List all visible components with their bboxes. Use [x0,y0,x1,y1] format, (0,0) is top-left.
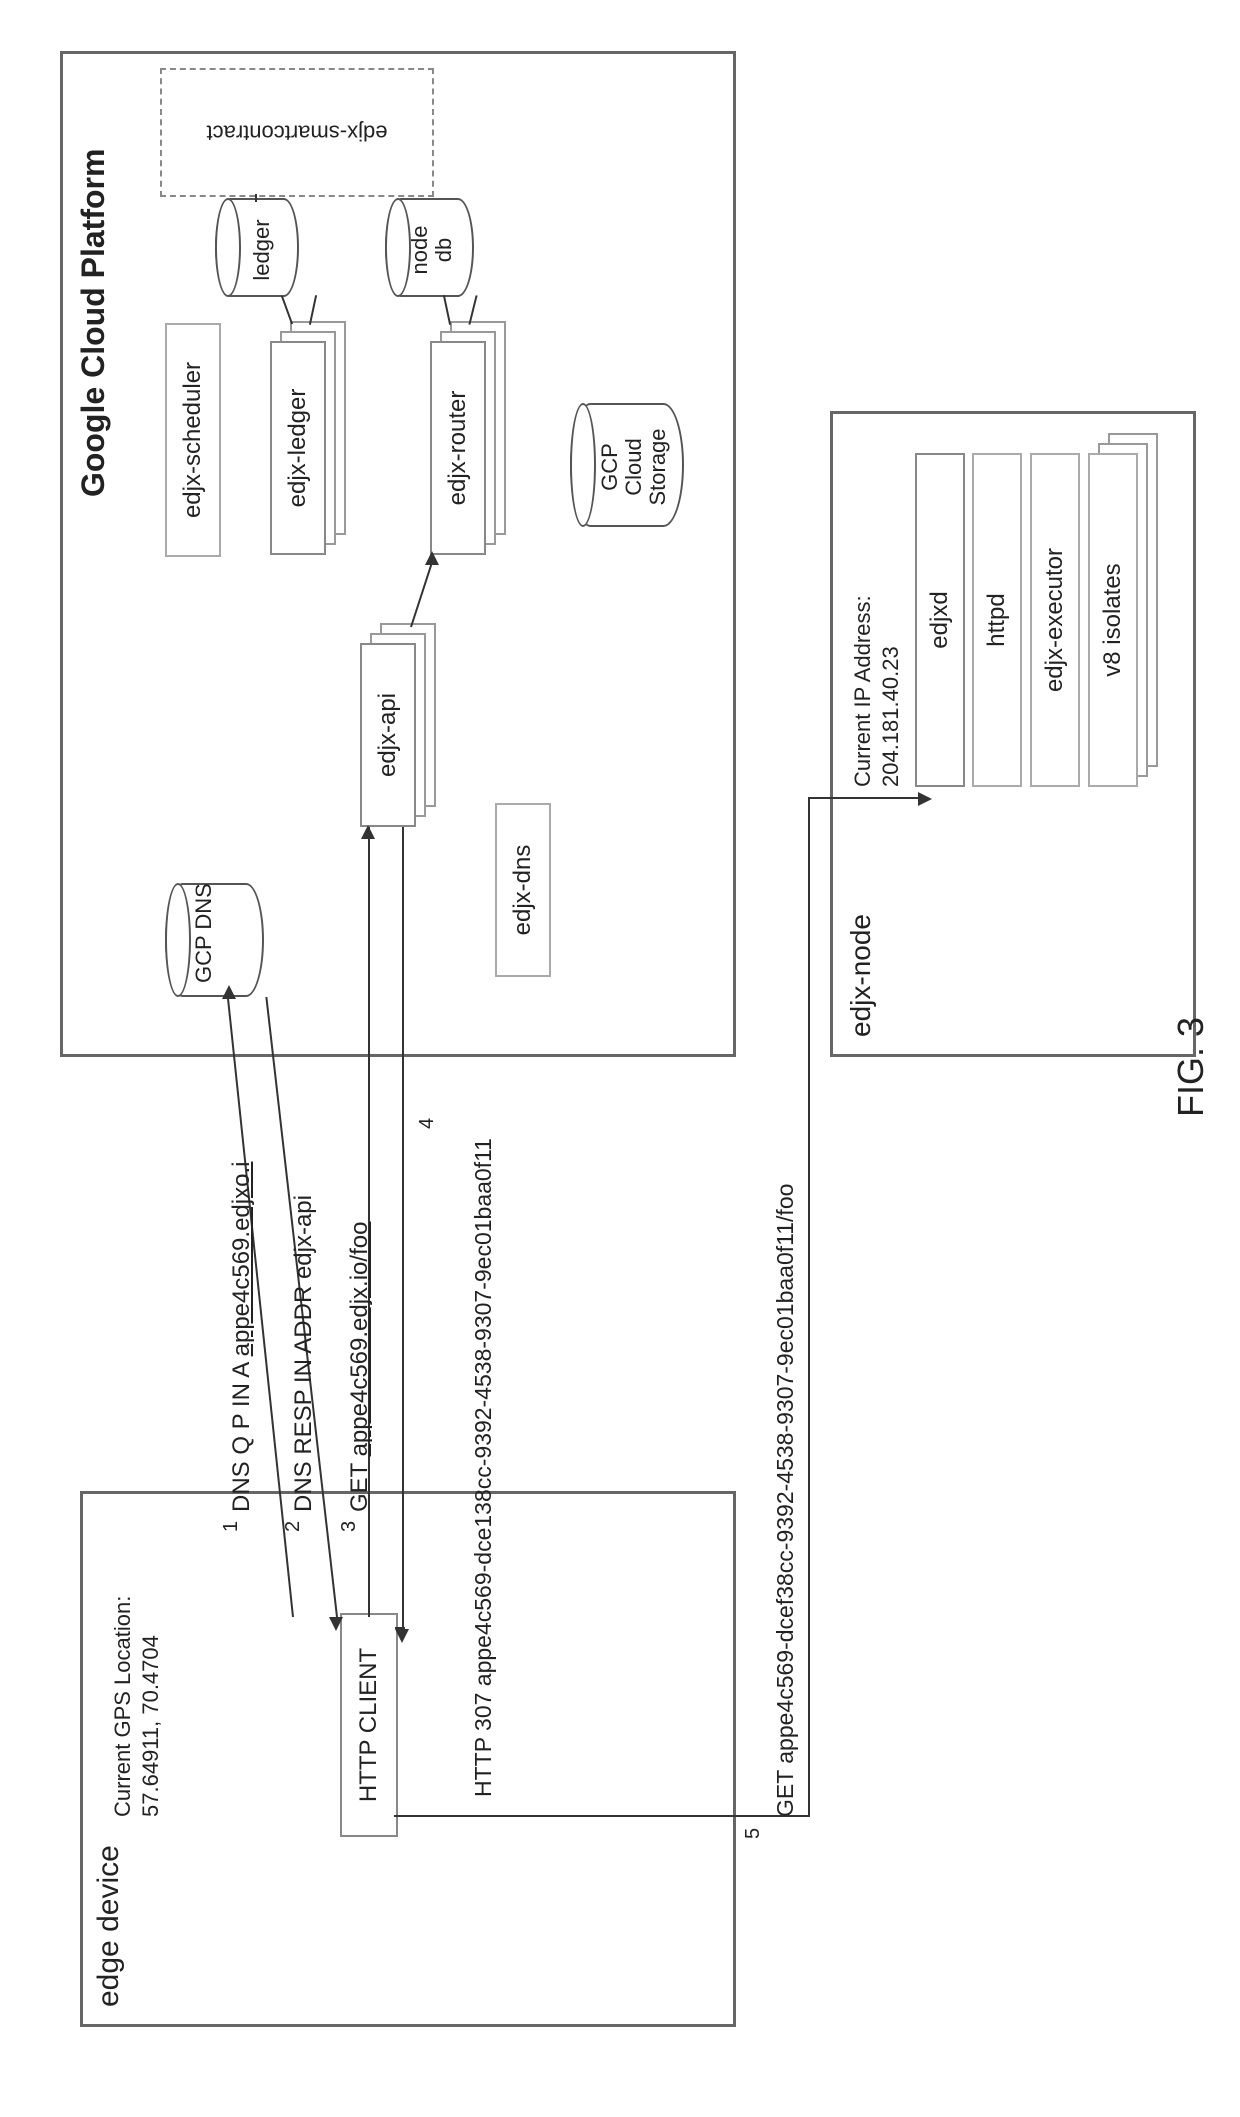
gcp-storage-label: GCP Cloud Storage [598,415,671,519]
gcp-dns-text: GCP DNS [191,883,216,983]
http-client-box: HTTP CLIENT [340,1613,398,1837]
flow2-num: 2 [282,1521,305,1532]
smart-contract-box: edjx-smartcontract [160,68,434,197]
httpd-box: httpd [972,453,1022,787]
edjx-dns-label: edjx-dns [509,845,537,936]
flow5-hline [808,797,810,1817]
flow5-label: GET appe4c569-dcef38cc-9392-4538-9307-9e… [772,1184,799,1817]
flow3-text-a: GET [346,1456,373,1512]
node-db-text2: db [431,238,456,262]
edjx-router-label: edjx-router [444,391,472,506]
flow4-label: HTTP 307 appe4c569-dce138cc-9392-4538-93… [470,1138,497,1797]
edjx-ledger-label: edjx-ledger [284,389,312,508]
flow1-arrowhead [222,985,236,999]
ledger-db-text: ledger [249,219,274,280]
flow4-line [402,827,404,1629]
gcp-storage-text3: Storage [645,428,670,505]
flow4-num: 4 [416,1118,439,1129]
edge-device-box [80,1491,736,2027]
flow3-num: 3 [338,1521,361,1532]
flow3-text-b: appe4c569.edjx.io/foo [346,1222,373,1457]
flow5-arrowhead [918,792,932,806]
v8-box: v8 isolates [1088,453,1138,787]
edjx-dns-box: edjx-dns [495,803,551,977]
edjx-node-title: edjx-node [845,914,877,1037]
ip-value: 204.181.40.23 [878,646,904,787]
node-db-text1: node [407,226,432,275]
gcp-storage-text1: GCP [597,443,622,491]
edjxd-box: edjxd [915,453,965,787]
v8-label: v8 isolates [1099,563,1127,676]
figure-label: FIG. 3 [1170,1017,1212,1117]
node-db-label: node db [408,211,456,289]
edjx-ledger-box: edjx-ledger [270,341,326,555]
flow3-arrowhead [361,825,375,839]
ledger-smart-connector [255,194,257,202]
gcp-dns-label: GCP DNS [192,901,216,983]
flow1-text-a: DNS Q P IN A [228,1356,255,1512]
gps-label: Current GPS Location: [110,1596,136,1817]
edjx-router-box: edjx-router [430,341,486,555]
executor-box: edjx-executor [1030,453,1080,787]
ip-label: Current IP Address: [850,595,876,787]
edjxd-label: edjxd [926,591,954,648]
flow5-vline2 [808,797,923,799]
flow1-num: 1 [220,1521,243,1532]
gcp-storage-text2: Cloud [621,438,646,495]
api-router-arrowhead [425,551,439,565]
edge-device-title: edge device [92,1845,126,2007]
edjx-scheduler-label: edjx-scheduler [179,362,207,518]
flow4-arrowhead [395,1629,409,1643]
flow5-num: 5 [742,1828,765,1839]
executor-label: edjx-executor [1041,548,1069,692]
flow2-arrowhead [329,1617,343,1631]
edjx-api-box: edjx-api [360,643,416,827]
smart-contract-label: edjx-smartcontract [207,119,388,145]
flow4-vline [395,1627,405,1629]
edjx-api-label: edjx-api [374,693,402,777]
httpd-label: httpd [983,593,1011,646]
gps-value: 57.64911, 70.4704 [138,1635,164,1817]
flow2-label: DNS RESP IN ADDR edjx-api [290,1195,318,1512]
flow3-label: GET appe4c569.edjx.io/foo [346,1222,374,1512]
flow1-text-b: appe4c569.edjxo.i [228,1162,255,1357]
edjx-scheduler-box: edjx-scheduler [165,323,221,557]
http-client-label: HTTP CLIENT [355,1648,383,1802]
flow1-label: DNS Q P IN A appe4c569.edjxo.i [228,1162,256,1512]
gcp-title: Google Cloud Platform [75,149,112,497]
ledger-db-label: ledger [250,205,274,295]
flow5-vline1 [394,1815,810,1817]
